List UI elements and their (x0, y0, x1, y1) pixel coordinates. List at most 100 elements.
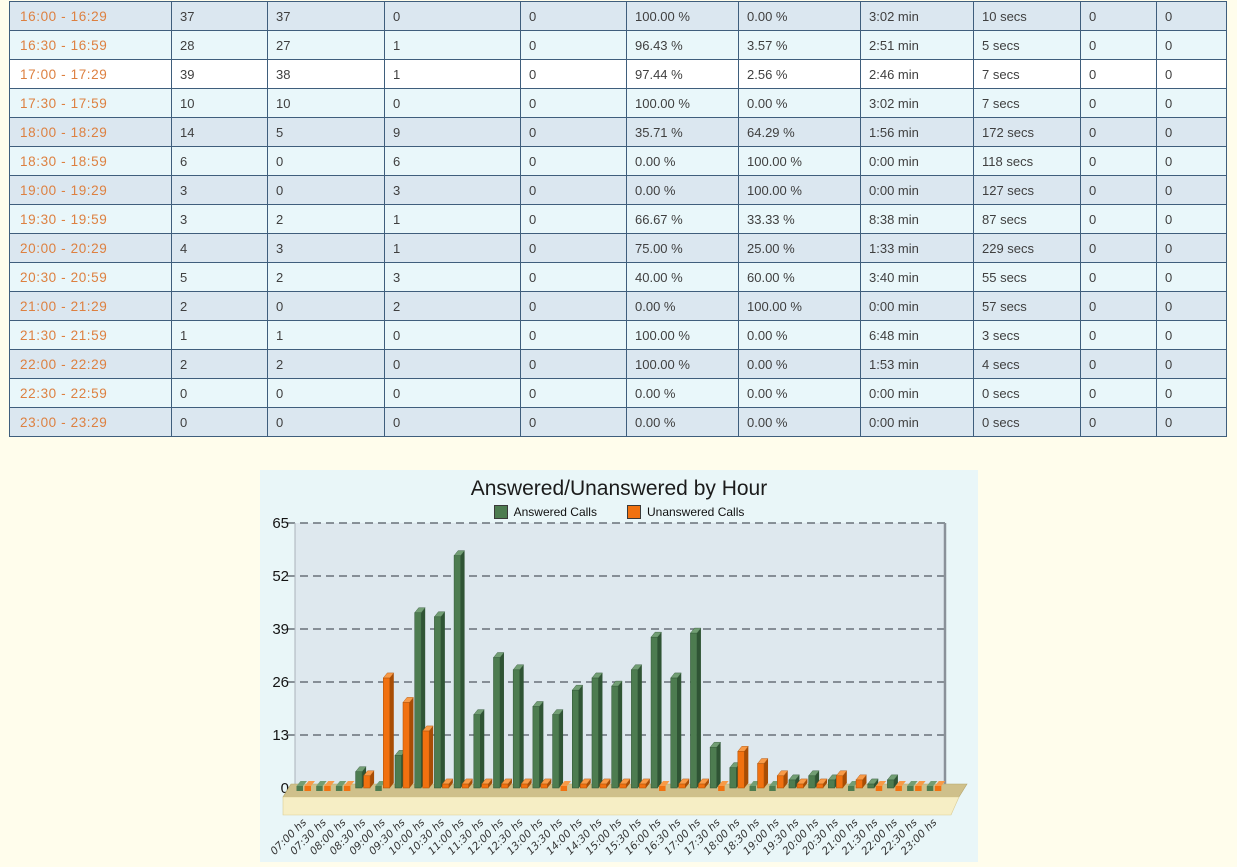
unanswered-bar (541, 784, 548, 788)
value-cell: 0 (1081, 147, 1157, 176)
answered-bar (658, 632, 662, 788)
unanswered-bar (364, 776, 371, 788)
value-cell: 0.00 % (627, 292, 739, 321)
unanswered-bar (935, 786, 942, 791)
value-cell: 0 (385, 321, 521, 350)
value-cell: 6 (172, 147, 268, 176)
value-cell: 0.00 % (627, 176, 739, 205)
unanswered-bar (856, 780, 863, 788)
table-row: 18:00 - 18:291459035.71 %64.29 %1:56 min… (10, 118, 1227, 147)
time-range-cell: 16:00 - 16:29 (10, 2, 172, 31)
value-cell: 57 secs (974, 292, 1081, 321)
value-cell: 0 (172, 379, 268, 408)
value-cell: 0 (521, 2, 627, 31)
answered-bar (500, 653, 504, 788)
value-cell: 0 (1081, 292, 1157, 321)
value-cell: 0 (1081, 234, 1157, 263)
legend-label-unanswered: Unanswered Calls (647, 505, 744, 519)
value-cell: 100.00 % (739, 176, 861, 205)
answered-bar (631, 670, 638, 788)
answered-bar (480, 710, 484, 788)
table-row: 21:30 - 21:591100100.00 %0.00 %6:48 min3… (10, 321, 1227, 350)
value-cell: 3 (172, 176, 268, 205)
unanswered-bar (423, 731, 430, 788)
value-cell: 2 (268, 350, 385, 379)
answered-bar (454, 556, 461, 788)
value-cell: 0 (1157, 2, 1227, 31)
value-cell: 7 secs (974, 89, 1081, 118)
answered-bar (539, 701, 543, 788)
value-cell: 60.00 % (739, 263, 861, 292)
value-cell: 10 secs (974, 2, 1081, 31)
answered-bar (579, 685, 583, 788)
unanswered-bar (698, 784, 705, 788)
value-cell: 6 (385, 147, 521, 176)
answered-bar (395, 755, 402, 788)
value-cell: 28 (172, 31, 268, 60)
value-cell: 0 (268, 379, 385, 408)
value-cell: 0 (521, 321, 627, 350)
value-cell: 27 (268, 31, 385, 60)
value-cell: 5 secs (974, 31, 1081, 60)
unanswered-bar (895, 786, 902, 791)
value-cell: 3 (385, 263, 521, 292)
value-cell: 3.57 % (739, 31, 861, 60)
value-cell: 0 (1081, 89, 1157, 118)
answered-bar (474, 715, 481, 788)
value-cell: 0 (521, 60, 627, 89)
value-cell: 1:56 min (861, 118, 974, 147)
value-cell: 6:48 min (861, 321, 974, 350)
unanswered-swatch-icon (627, 505, 641, 519)
report-page: 16:00 - 16:29373700100.00 %0.00 %3:02 mi… (0, 0, 1237, 867)
value-cell: 0 (521, 89, 627, 118)
unanswered-bar (501, 784, 508, 788)
value-cell: 0 (1157, 118, 1227, 147)
value-cell: 37 (172, 2, 268, 31)
value-cell: 0 (1081, 2, 1157, 31)
value-cell: 0 (1157, 234, 1227, 263)
legend-item-answered: Answered Calls (494, 505, 597, 519)
value-cell: 0 (521, 147, 627, 176)
value-cell: 5 (268, 118, 385, 147)
answered-bar (513, 670, 520, 788)
value-cell: 0.00 % (627, 147, 739, 176)
table-row: 18:30 - 18:5960600.00 %100.00 %0:00 min1… (10, 147, 1227, 176)
value-cell: 0 (1081, 60, 1157, 89)
value-cell: 33.33 % (739, 205, 861, 234)
value-cell: 2 (268, 205, 385, 234)
value-cell: 87 secs (974, 205, 1081, 234)
value-cell: 55 secs (974, 263, 1081, 292)
answered-bar (671, 678, 678, 788)
value-cell: 118 secs (974, 147, 1081, 176)
value-cell: 2:51 min (861, 31, 974, 60)
table-row: 22:30 - 22:5900000.00 %0.00 %0:00 min0 s… (10, 379, 1227, 408)
answered-bar (336, 786, 343, 791)
value-cell: 1 (172, 321, 268, 350)
value-cell: 0 (1081, 263, 1157, 292)
unanswered-bar (679, 784, 686, 788)
time-range-cell: 23:00 - 23:29 (10, 408, 172, 437)
value-cell: 0 (385, 350, 521, 379)
value-cell: 0:00 min (861, 408, 974, 437)
unanswered-bar (305, 786, 312, 791)
report-table: 16:00 - 16:29373700100.00 %0.00 %3:02 mi… (9, 1, 1227, 437)
value-cell: 0 (1081, 176, 1157, 205)
value-cell: 0 (268, 408, 385, 437)
time-range-cell: 17:30 - 17:59 (10, 89, 172, 118)
y-tick-label: 39 (272, 621, 289, 638)
value-cell: 0:00 min (861, 292, 974, 321)
value-cell: 0 (1157, 292, 1227, 321)
answered-bar (809, 776, 816, 788)
value-cell: 39 (172, 60, 268, 89)
value-cell: 100.00 % (627, 321, 739, 350)
value-cell: 127 secs (974, 176, 1081, 205)
value-cell: 0 (1081, 379, 1157, 408)
value-cell: 4 secs (974, 350, 1081, 379)
value-cell: 0 (268, 147, 385, 176)
unanswered-bar (344, 786, 351, 791)
value-cell: 0 (1157, 89, 1227, 118)
value-cell: 10 (172, 89, 268, 118)
answered-bar (677, 673, 681, 788)
value-cell: 0.00 % (739, 379, 861, 408)
value-cell: 100.00 % (627, 350, 739, 379)
